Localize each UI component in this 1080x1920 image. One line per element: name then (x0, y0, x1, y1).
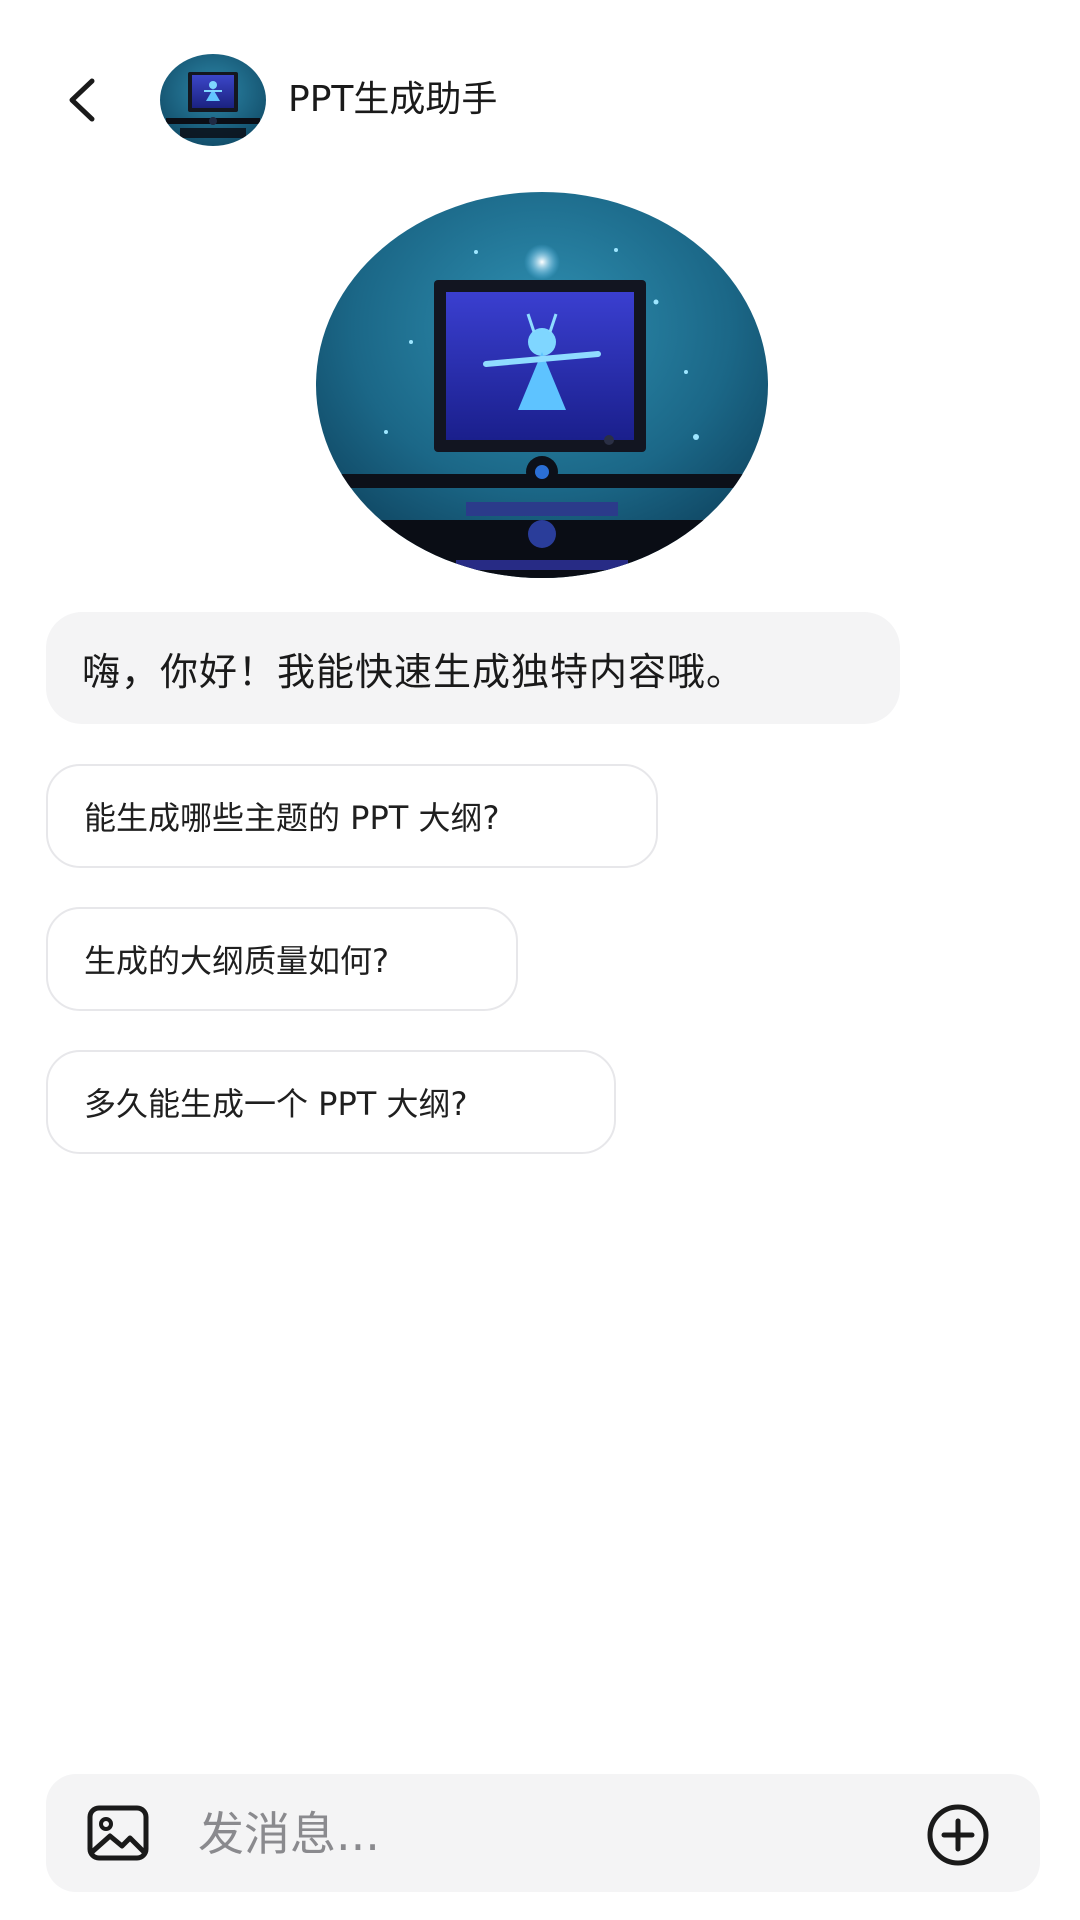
more-actions-button[interactable] (926, 1803, 990, 1867)
bot-avatar-large (316, 192, 768, 578)
suggestion-text: 多久能生成一个 PPT 大纲? (84, 1085, 468, 1123)
chevron-left-icon (69, 78, 95, 122)
suggestion-text: 能生成哪些主题的 PPT 大纲? (84, 799, 500, 837)
chat-screen: PPT生成助手 嗨，你好！我能快速生成独特内容哦。 能生成哪些主题的 PPT 大… (0, 0, 1080, 1920)
suggestion-chip[interactable]: 多久能生成一个 PPT 大纲? (46, 1050, 616, 1154)
plus-circle-icon (927, 1804, 989, 1866)
image-upload-button[interactable] (86, 1804, 150, 1862)
greeting-message-bubble: 嗨，你好！我能快速生成独特内容哦。 (46, 612, 900, 724)
suggestion-chip[interactable]: 生成的大纲质量如何? (46, 907, 518, 1011)
bot-avatar[interactable] (160, 54, 266, 146)
message-composer (46, 1774, 1040, 1892)
message-input[interactable] (196, 1798, 920, 1870)
greeting-message-text: 嗨，你好！我能快速生成独特内容哦。 (82, 649, 746, 694)
back-button[interactable] (50, 72, 114, 128)
chat-title: PPT生成助手 (288, 79, 498, 120)
suggestion-text: 生成的大纲质量如何? (84, 942, 389, 980)
chat-header: PPT生成助手 (0, 50, 1080, 150)
image-icon (87, 1805, 149, 1861)
suggestion-chip[interactable]: 能生成哪些主题的 PPT 大纲? (46, 764, 658, 868)
